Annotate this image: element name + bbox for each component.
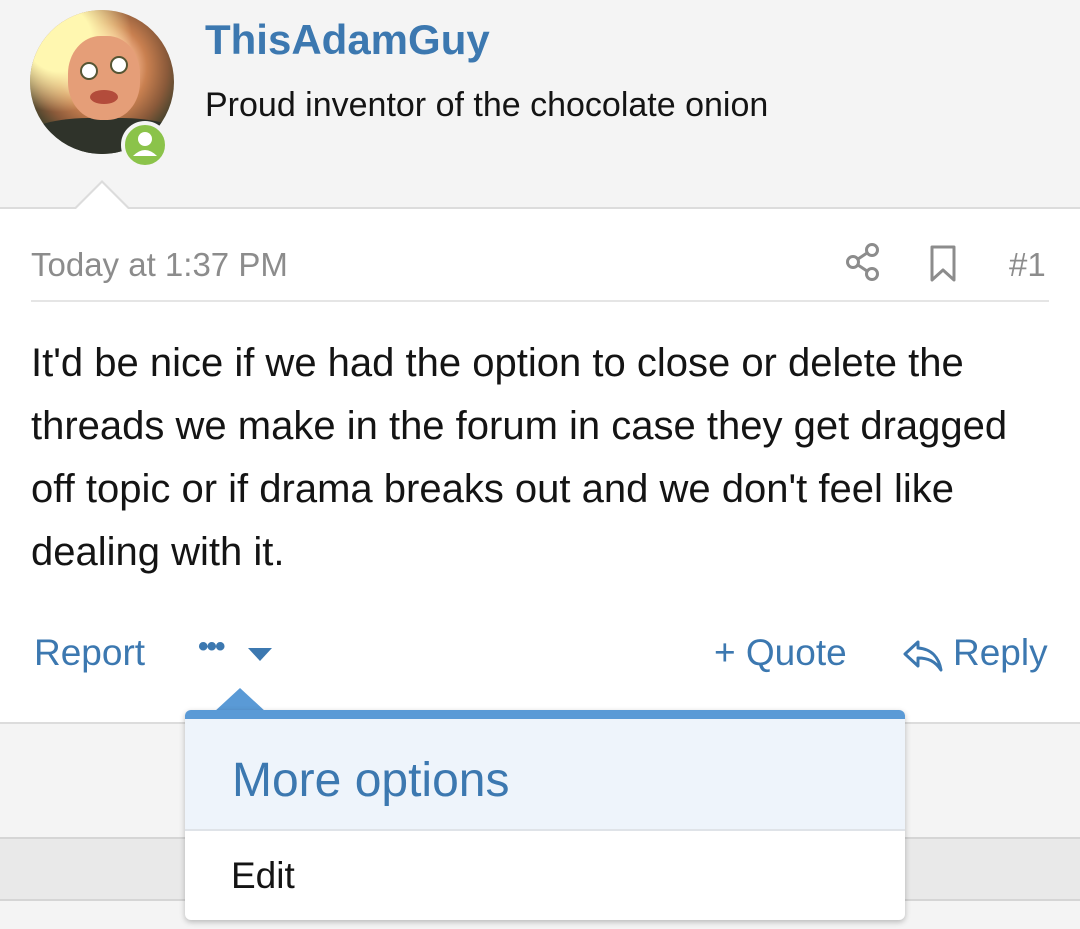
avatar-mouth xyxy=(90,90,118,104)
post-meta: Today at 1:37 PM #1 xyxy=(31,228,1049,302)
menu-item-label: Edit xyxy=(231,855,295,896)
bookmark-icon[interactable] xyxy=(929,244,957,284)
menu-pointer xyxy=(214,688,266,712)
menu-accent-bar xyxy=(185,710,905,719)
user-title: Proud inventor of the chocolate onion xyxy=(205,86,769,124)
avatar-eye xyxy=(80,62,98,80)
post-date[interactable]: Today at 1:37 PM xyxy=(31,246,288,284)
menu-title: More options xyxy=(232,754,510,807)
chevron-down-icon xyxy=(248,648,272,661)
menu-item-edit[interactable]: Edit xyxy=(185,831,905,920)
header-pointer-fill xyxy=(75,183,129,210)
reply-button[interactable]: Reply xyxy=(953,632,1048,674)
online-status-icon xyxy=(121,121,169,169)
report-button[interactable]: Report xyxy=(34,632,145,674)
post-number-link[interactable]: #1 xyxy=(1009,246,1046,284)
post-actions: Report ••• + Quote Reply xyxy=(0,622,1080,692)
avatar-face xyxy=(68,36,140,120)
menu-header: More options xyxy=(185,719,905,831)
reply-arrow-icon[interactable] xyxy=(902,636,944,676)
quote-button[interactable]: + Quote xyxy=(714,632,847,674)
avatar-eye xyxy=(110,56,128,74)
post-body: It'd be nice if we had the option to clo… xyxy=(31,341,1008,574)
username-link[interactable]: ThisAdamGuy xyxy=(205,16,490,64)
more-dots: ••• xyxy=(198,630,225,663)
more-options-button[interactable]: ••• xyxy=(198,630,278,676)
share-icon[interactable] xyxy=(845,242,881,282)
more-options-menu: More options Edit xyxy=(185,710,905,920)
